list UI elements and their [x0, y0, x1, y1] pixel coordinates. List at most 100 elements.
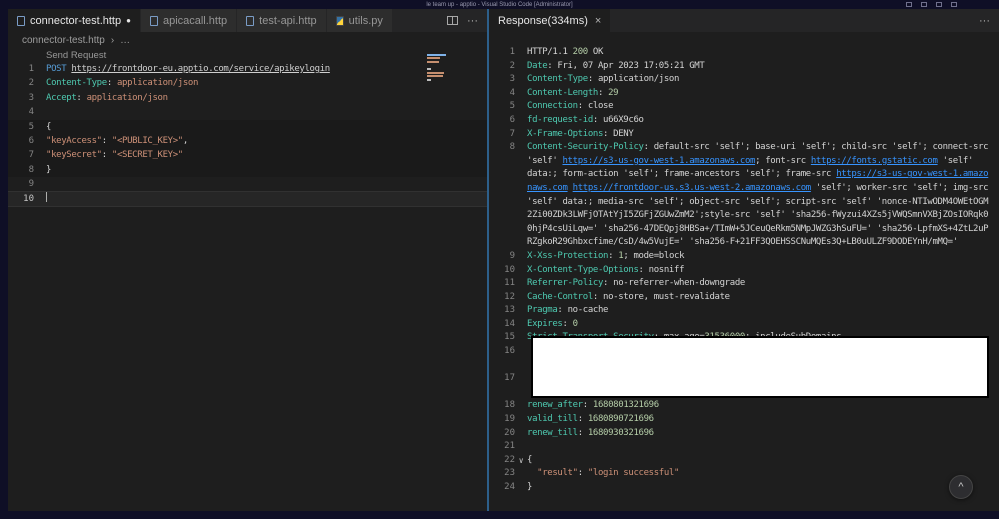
minimap[interactable]: [427, 52, 451, 172]
fold-gutter: [515, 128, 527, 142]
code-line: RZgkoR29Ghbxcfime/CsD/4w5VujE=' 'sha256-…: [489, 236, 999, 250]
url-link[interactable]: https://frontdoor-eu.apptio.com/service/…: [71, 64, 330, 74]
fold-gutter: [515, 182, 527, 196]
breadcrumb[interactable]: connector-test.http › …: [8, 32, 487, 48]
code-line: 2Zi00ZDk3LWFjOTAtYjI5ZGFjZGUwZmM2';style…: [489, 209, 999, 223]
more-actions-icon[interactable]: ···: [467, 15, 478, 27]
response-editor[interactable]: 1 HTTP/1.1 200 OK 2 Date: Fri, 07 Apr 2023 …: [489, 32, 999, 511]
toggle-secondary-sidebar-icon[interactable]: [936, 2, 942, 7]
line-number: 4: [28, 107, 34, 118]
breadcrumb-file[interactable]: connector-test.http: [22, 35, 105, 46]
code-line: 2 Date: Fri, 07 Apr 2023 17:05:21 GMT: [489, 60, 999, 74]
code-line: 8 Content-Security-Policy: default-src 's…: [489, 141, 999, 155]
more-actions-icon[interactable]: ···: [979, 15, 990, 27]
url-link[interactable]: https://s3-us-gov-west-1.amazo: [836, 169, 988, 179]
code-text: }: [527, 482, 533, 492]
code-text: Date: [527, 60, 548, 71]
code-text: "result": [527, 468, 578, 479]
status-bar: [0, 511, 999, 519]
code-text: application/json: [597, 74, 680, 85]
code-text: :: [638, 264, 649, 275]
fold-gutter: [34, 62, 46, 76]
line-number: 22: [504, 454, 515, 465]
code-line: 22 ∨{: [489, 454, 999, 468]
fold-gutter: [515, 209, 527, 223]
code-line: 14 Expires: 0: [489, 318, 999, 332]
request-editor[interactable]: Send Request 1 POST https://frontdoor-eu.…: [8, 48, 487, 511]
modified-dot-icon[interactable]: ●: [126, 16, 131, 25]
code-text: no-cache: [567, 305, 609, 316]
code-line: 6 "keyAccess": "<PUBLIC_KEY>",: [8, 133, 487, 149]
scroll-to-top-button[interactable]: ^: [949, 475, 973, 499]
line-number: 2: [28, 78, 34, 89]
tab-test-api-http[interactable]: test-api.http: [237, 9, 327, 32]
split-editor-icon[interactable]: [447, 16, 458, 25]
left-tab-actions: ···: [438, 9, 487, 32]
customize-layout-icon[interactable]: [951, 2, 957, 7]
fold-gutter: [515, 168, 527, 182]
code-text: 200: [572, 47, 589, 57]
url-link[interactable]: https://frontdoor-us.s3.us-west-2.amazon…: [573, 183, 812, 193]
fold-gutter: [515, 291, 527, 305]
tab-utils-py[interactable]: utils.py: [326, 9, 393, 32]
code-line: naws.com https://frontdoor-us.s3.us-west…: [489, 182, 999, 196]
code-text: Content-Security-Policy: [527, 142, 644, 153]
code-line: 9 X-Xss-Protection: 1; mode=block: [489, 250, 999, 264]
url-link[interactable]: https://fonts.gstatic.com: [811, 156, 938, 166]
code-text: :: [603, 278, 614, 289]
line-number: 5: [509, 101, 515, 112]
right-tab-bar: Response(334ms) × ···: [489, 9, 999, 32]
send-request-codelens[interactable]: Send Request: [46, 50, 106, 62]
redaction-box: [531, 336, 989, 398]
code-text: : default-src 'self'; base-uri 'self'; c…: [643, 142, 989, 153]
code-text: ,: [182, 135, 188, 146]
code-text: :: [587, 74, 598, 85]
code-text: :: [582, 400, 593, 411]
right-tab-actions: ···: [970, 9, 999, 32]
toggle-sidebar-icon[interactable]: [906, 2, 912, 7]
fold-gutter: [34, 76, 46, 90]
url-link[interactable]: https://s3-us-gov-west-1.amazonaws.com: [562, 156, 755, 166]
code-line: 11 Referrer-Policy: no-referrer-when-down…: [489, 277, 999, 291]
fold-gutter: [515, 427, 527, 441]
breadcrumb-symbol[interactable]: …: [120, 35, 130, 46]
code-text: X-Frame-Options: [527, 128, 604, 139]
code-text: 0hjP4csUiLqw=' 'sha256-47DEQpj8HBSa+/TIm…: [527, 223, 989, 234]
code-text: 0: [572, 318, 578, 329]
code-text: ; mode=block: [623, 250, 685, 261]
code-line: 0hjP4csUiLqw=' 'sha256-47DEQpj8HBSa+/TIm…: [489, 223, 999, 237]
fold-gutter: [34, 163, 46, 177]
fold-gutter: [34, 134, 46, 148]
url-link[interactable]: naws.com: [527, 183, 568, 193]
toggle-panel-icon[interactable]: [921, 2, 927, 7]
code-text: "<PUBLIC_KEY>": [111, 135, 183, 146]
code-text: X-Content-Type-Options: [527, 264, 639, 275]
code-text: close: [587, 101, 614, 112]
line-number: [489, 386, 515, 400]
fold-gutter: [515, 264, 527, 278]
code-text: Accept: [46, 92, 77, 103]
line-number: 16: [504, 346, 515, 357]
code-text: "keySecret": [46, 150, 102, 161]
tab-apicacall-http[interactable]: apicacall.http: [140, 9, 238, 32]
line-number: 1: [509, 47, 515, 57]
code-line: 10: [8, 190, 487, 207]
fold-chevron-icon[interactable]: ∨: [515, 454, 527, 468]
close-tab-icon[interactable]: ×: [595, 15, 601, 27]
fold-gutter: [515, 481, 527, 495]
tab-connector-test-http[interactable]: connector-test.http ●: [8, 9, 141, 32]
code-text: :: [76, 92, 87, 103]
code-text: :: [577, 427, 588, 438]
line-number: 8: [509, 142, 515, 153]
fold-gutter: [515, 440, 527, 454]
line-number: 24: [504, 482, 515, 492]
activity-bar[interactable]: [0, 9, 8, 511]
tab-response[interactable]: Response(334ms) ×: [489, 9, 612, 32]
code-line: 4: [8, 105, 487, 119]
fold-gutter: [515, 304, 527, 318]
line-number: 21: [504, 441, 515, 452]
code-text: Expires: [527, 318, 563, 329]
line-number: 5: [28, 121, 34, 132]
fold-gutter: [515, 413, 527, 427]
code-text: fd-request-id: [527, 114, 593, 125]
